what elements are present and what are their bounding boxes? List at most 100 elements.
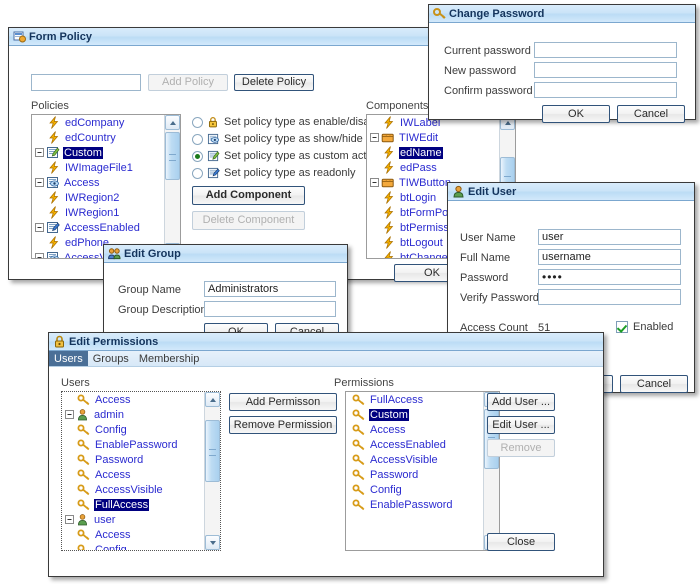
group-name-input[interactable] (204, 281, 336, 297)
users-tree-node[interactable]: Password (62, 452, 204, 467)
enabled-checkbox-row[interactable]: Enabled (616, 321, 673, 333)
new-password-input[interactable] (534, 62, 677, 78)
policy-type-option-1[interactable]: Set policy type as show/hide (192, 133, 363, 145)
group-description-input[interactable] (204, 301, 336, 317)
confirm-password-input[interactable] (534, 82, 677, 98)
policies-tree-node[interactable]: IWRegion1 (32, 205, 164, 220)
users-tree-node[interactable]: AccessVisible (62, 482, 204, 497)
verify-password-input[interactable] (538, 289, 681, 305)
policy-type-radio[interactable] (192, 134, 203, 145)
permission-list-item[interactable]: Access (346, 422, 483, 437)
remove-permission-button[interactable]: Remove Permission (229, 416, 337, 434)
tree-expander[interactable] (34, 252, 45, 258)
users-tree[interactable]: AccessadminConfigEnablePasswordPasswordA… (61, 391, 221, 551)
permission-list-item[interactable]: Password (346, 467, 483, 482)
tab-groups[interactable]: Groups (88, 351, 134, 366)
add-permission-button[interactable]: Add Permisson (229, 393, 337, 411)
change-password-titlebar[interactable]: Change Password (429, 5, 695, 23)
permission-list-item[interactable]: Custom (346, 407, 483, 422)
edit-permissions-titlebar[interactable]: Edit Permissions (49, 333, 603, 351)
policies-scroll-thumb[interactable] (165, 132, 180, 180)
permission-list-item[interactable]: FullAccess (346, 392, 483, 407)
users-scrollbar[interactable] (204, 392, 220, 550)
policies-tree-node[interactable]: AccessEnabled (32, 220, 164, 235)
edit-user-button[interactable]: Edit User ... (487, 416, 555, 434)
add-component-button[interactable]: Add Component (192, 186, 305, 205)
policies-tree-node[interactable]: edCompany (32, 115, 164, 130)
permission-list-item[interactable]: AccessEnabled (346, 437, 483, 452)
remove-button[interactable]: Remove (487, 439, 555, 457)
users-tree-node[interactable]: Access (62, 527, 204, 542)
tree-expander[interactable] (34, 222, 45, 233)
policies-scroll-up-button[interactable] (165, 115, 180, 130)
lightning-icon (47, 206, 61, 219)
policies-tree[interactable]: edCompanyedCountryCustom IWImageFile1 Acce… (31, 114, 181, 259)
users-tree-node[interactable]: admin (62, 407, 204, 422)
tree-node-label: IWImageFile1 (64, 162, 134, 174)
components-tree-node[interactable]: edName (367, 145, 499, 160)
policies-scrollbar[interactable] (164, 115, 180, 258)
tree-expander[interactable] (64, 514, 75, 525)
permission-list-item[interactable]: Config (346, 482, 483, 497)
users-scroll-thumb[interactable] (205, 420, 220, 482)
tree-expander[interactable] (369, 132, 380, 143)
tree-node-label: TIWEdit (398, 132, 439, 144)
lightning-icon (47, 191, 61, 204)
delete-component-button[interactable]: Delete Component (192, 211, 305, 230)
components-tree-node[interactable]: edPass (367, 160, 499, 175)
users-tree-node[interactable]: EnablePassword (62, 437, 204, 452)
policies-tree-node[interactable]: edCountry (32, 130, 164, 145)
current-password-input[interactable] (534, 42, 677, 58)
components-tree-node[interactable]: TIWEdit (367, 130, 499, 145)
delete-policy-button[interactable]: Delete Policy (234, 74, 314, 91)
tab-membership[interactable]: Membership (134, 351, 205, 366)
tree-expander[interactable] (34, 147, 45, 158)
enabled-checkbox[interactable] (616, 321, 628, 333)
permission-label: AccessVisible (369, 454, 439, 466)
add-policy-button[interactable]: Add Policy (148, 74, 228, 91)
edit-user-cancel-button[interactable]: Cancel (620, 375, 688, 393)
policies-tree-node[interactable]: IWImageFile1 (32, 160, 164, 175)
users-scroll-up-button[interactable] (205, 392, 220, 407)
change-password-ok-button[interactable]: OK (542, 105, 610, 123)
policy-name-input[interactable] (31, 74, 141, 91)
policies-tree-node[interactable]: Access (32, 175, 164, 190)
lightning-icon (382, 221, 396, 234)
tree-expander[interactable] (64, 409, 75, 420)
key-icon (352, 468, 366, 481)
users-tree-node[interactable]: Config (62, 422, 204, 437)
tree-node-label: Access (63, 177, 100, 189)
users-scroll-down-button[interactable] (205, 535, 220, 550)
group-description-label: Group Description (118, 304, 207, 316)
policy-type-radio[interactable] (192, 117, 203, 128)
policy-type-radio[interactable] (192, 151, 203, 162)
password-input[interactable]: •••• (538, 269, 681, 285)
tree-expander[interactable] (369, 177, 380, 188)
user-name-input[interactable] (538, 229, 681, 245)
add-user-button[interactable]: Add User ... (487, 393, 555, 411)
users-tree-node[interactable]: user (62, 512, 204, 527)
close-button[interactable]: Close (487, 533, 555, 551)
users-tree-node[interactable]: Access (62, 467, 204, 482)
full-name-input[interactable] (538, 249, 681, 265)
edit-user-titlebar[interactable]: Edit User (448, 183, 694, 201)
form-policy-titlebar[interactable]: Form Policy (9, 28, 457, 46)
key-icon (352, 483, 366, 496)
policies-tree-node[interactable]: Custom (32, 145, 164, 160)
policy-type-radio[interactable] (192, 168, 203, 179)
users-tree-node[interactable]: FullAccess (62, 497, 204, 512)
permissions-list[interactable]: FullAccessCustomAccessAccessEnabled Acces… (345, 391, 500, 551)
show-hide-icon (46, 251, 60, 258)
policies-tree-node[interactable]: IWRegion2 (32, 190, 164, 205)
policy-type-option-3[interactable]: Set policy type as readonly (192, 167, 355, 179)
users-tree-node[interactable]: Access (62, 392, 204, 407)
edit-group-titlebar[interactable]: Edit Group (104, 245, 347, 263)
policy-type-option-2[interactable]: Set policy type as custom action (192, 150, 381, 162)
tab-users[interactable]: Users (49, 351, 88, 366)
users-tree-node[interactable]: Config (62, 542, 204, 550)
permission-list-item[interactable]: EnablePassword (346, 497, 483, 512)
policy-type-option-0[interactable]: Set policy type as enable/disable (192, 116, 384, 128)
permission-list-item[interactable]: AccessVisible (346, 452, 483, 467)
change-password-cancel-button[interactable]: Cancel (617, 105, 685, 123)
tree-expander[interactable] (34, 177, 45, 188)
